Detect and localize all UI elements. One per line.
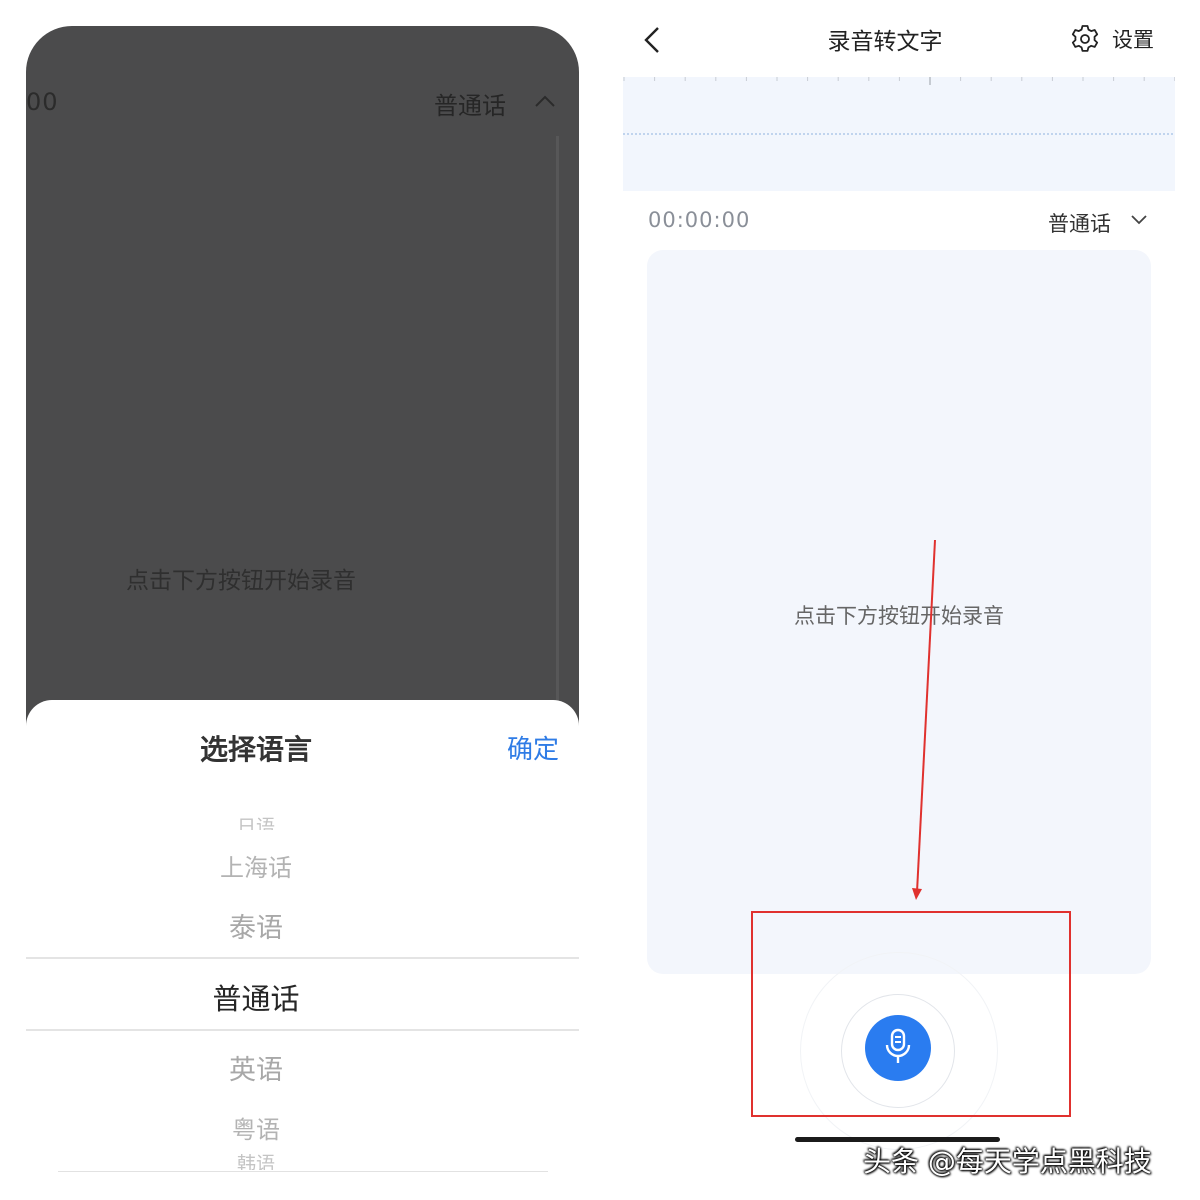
record-hint: 点击下方按钮开始录音 — [126, 568, 356, 594]
language-bottom-sheet: 选择语言 确定 日语 上海话 泰语 普通话 英语 粤语 韩语 — [26, 700, 579, 1186]
recording-screen: 录音转文字 设置 00:00:00 普通话 点击下方按钮开始录音 头条 @每天学… — [600, 0, 1200, 1200]
annotation-arrow — [912, 539, 936, 900]
dimmed-overlay[interactable]: 00 普通话 点击下方按钮开始录音 — [26, 26, 579, 726]
language-selector-label[interactable]: 普通话 — [434, 86, 506, 121]
language-picker-screen: 00 普通话 点击下方按钮开始录音 选择语言 确定 日语 上海话 泰语 普通话 … — [26, 26, 579, 1186]
picker-divider-top — [26, 957, 579, 959]
dimmed-card-edge — [556, 136, 559, 706]
language-option[interactable]: 粤语 — [26, 1110, 486, 1145]
confirm-button[interactable]: 确定 — [507, 729, 559, 766]
picker-divider-bottom — [26, 1029, 579, 1031]
language-option[interactable]: 日语 — [26, 812, 486, 830]
sheet-title: 选择语言 — [199, 733, 312, 766]
language-option-selected[interactable]: 普通话 — [26, 976, 486, 1018]
sheet-bottom-divider — [58, 1171, 548, 1172]
chevron-up-icon[interactable] — [534, 94, 556, 108]
recording-time: 00 — [26, 88, 59, 116]
language-option[interactable]: 英语 — [26, 1048, 486, 1087]
language-option[interactable]: 韩语 — [26, 1152, 486, 1170]
watermark: 头条 @每天学点黑科技 — [863, 1145, 1152, 1178]
language-option[interactable]: 泰语 — [26, 906, 486, 945]
language-option[interactable]: 上海话 — [26, 848, 486, 883]
